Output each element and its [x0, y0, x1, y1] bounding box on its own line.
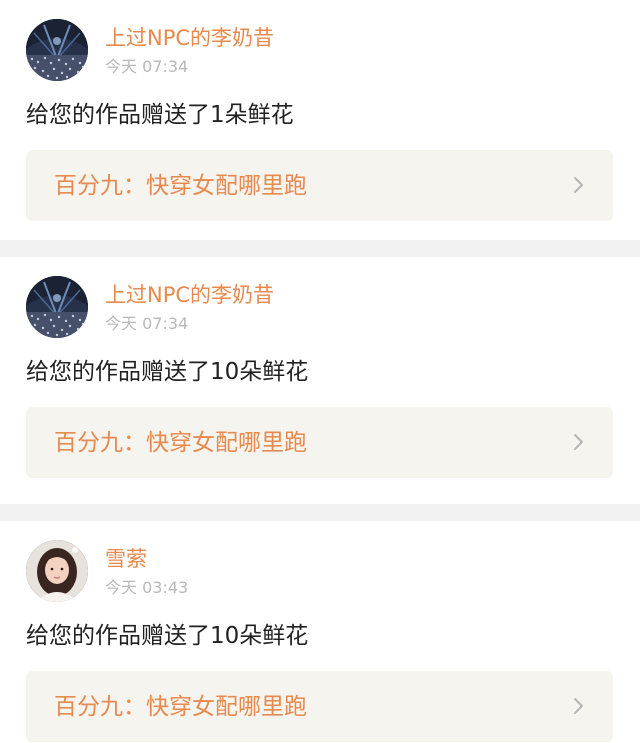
book-title: 百分九：快穿女配哪里跑	[54, 430, 307, 456]
concert-crowd-avatar	[26, 276, 88, 338]
username[interactable]: 上过NPC的李奶昔	[105, 281, 274, 309]
timestamp: 今天 07:34	[105, 314, 189, 333]
girl-portrait-avatar	[26, 540, 88, 602]
timestamp: 今天 07:34	[105, 57, 189, 76]
section-divider	[0, 504, 640, 521]
user-avatar[interactable]	[26, 540, 88, 602]
chevron-right-icon	[574, 434, 583, 450]
user-avatar[interactable]	[26, 19, 88, 81]
user-avatar[interactable]	[26, 276, 88, 338]
chevron-right-icon	[574, 177, 583, 193]
username[interactable]: 上过NPC的李奶昔	[105, 24, 274, 52]
book-link[interactable]: 百分九：快穿女配哪里跑	[26, 671, 613, 742]
book-title: 百分九：快穿女配哪里跑	[54, 694, 307, 720]
username[interactable]: 雪萦	[105, 545, 147, 573]
notification-message: 给您的作品赠送了10朵鲜花	[26, 359, 309, 385]
book-link[interactable]: 百分九：快穿女配哪里跑	[26, 150, 613, 221]
notification-feed: 上过NPC的李奶昔 今天 07:34 给您的作品赠送了1朵鲜花 百分九：快穿女配…	[0, 0, 640, 743]
notification-message: 给您的作品赠送了1朵鲜花	[26, 102, 294, 128]
notification-message: 给您的作品赠送了10朵鲜花	[26, 623, 309, 649]
notification-card: 上过NPC的李奶昔 今天 07:34 给您的作品赠送了1朵鲜花 百分九：快穿女配…	[0, 0, 640, 240]
section-divider	[0, 240, 640, 257]
book-link[interactable]: 百分九：快穿女配哪里跑	[26, 407, 613, 478]
concert-crowd-avatar	[26, 19, 88, 81]
notification-card: 雪萦 今天 03:43 给您的作品赠送了10朵鲜花 百分九：快穿女配哪里跑	[0, 521, 640, 743]
book-title: 百分九：快穿女配哪里跑	[54, 173, 307, 199]
notification-card: 上过NPC的李奶昔 今天 07:34 给您的作品赠送了10朵鲜花 百分九：快穿女…	[0, 257, 640, 497]
chevron-right-icon	[574, 698, 583, 714]
timestamp: 今天 03:43	[105, 578, 189, 597]
